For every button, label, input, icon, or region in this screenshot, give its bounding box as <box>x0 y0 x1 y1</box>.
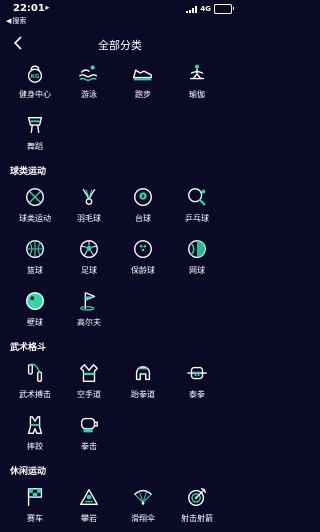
category-item[interactable]: KG 健身中心 <box>8 56 62 108</box>
category-item[interactable]: 滑翔伞 <box>116 480 170 532</box>
rock-climbing-icon <box>80 488 98 506</box>
category-label: 武术搏击 <box>19 390 51 399</box>
boxing-glove-icon <box>80 417 98 433</box>
category-item[interactable]: 跆拳道 <box>116 356 170 408</box>
category-grid: 赛车 攀岩 滑翔伞 射击射箭 <box>0 480 240 532</box>
category-label: 台球 <box>135 214 151 223</box>
bowling-ball-icon <box>134 240 152 258</box>
section-title: 休闲运动 <box>10 467 47 477</box>
category-label: 滑翔伞 <box>131 514 155 523</box>
category-label: 射击射箭 <box>181 514 213 523</box>
soccer-ball-icon <box>80 240 98 258</box>
billiard-ball-icon: 8 <box>134 188 152 206</box>
category-item[interactable]: 球类运动 <box>8 180 62 232</box>
category-item[interactable]: 篮球 <box>8 232 62 284</box>
running-shoe-icon <box>133 69 152 81</box>
category-item[interactable]: 攀岩 <box>62 480 116 532</box>
category-label: 空手道 <box>77 390 101 399</box>
svg-text:8: 8 <box>141 194 144 200</box>
muay-thai-belt-icon: W <box>187 366 207 380</box>
balls-icon <box>26 188 44 206</box>
category-item[interactable]: 羽毛球 <box>62 180 116 232</box>
dance-icon <box>27 116 43 134</box>
back-app-label: 搜索 <box>12 17 27 25</box>
status-indicators: 4G <box>186 4 234 14</box>
category-item[interactable]: 摔跤 <box>8 408 62 460</box>
taekwondo-helmet-icon <box>135 366 151 381</box>
category-item[interactable]: 保龄球 <box>116 232 170 284</box>
category-item[interactable]: 跑步 <box>116 56 170 108</box>
category-item[interactable]: 拳击 <box>62 408 116 460</box>
squash-ball-icon <box>26 292 44 310</box>
category-item[interactable]: 乒乓球 <box>170 180 224 232</box>
section-title: 武术格斗 <box>10 343 47 353</box>
category-label: 球类运动 <box>19 214 51 223</box>
category-label: 篮球 <box>27 266 43 275</box>
svg-text:W: W <box>193 370 200 378</box>
signal-icon <box>186 5 198 13</box>
category-label: 壁球 <box>27 318 43 327</box>
target-icon <box>188 488 206 506</box>
category-label: 跑步 <box>135 90 151 99</box>
racing-flag-icon <box>27 488 43 506</box>
svg-text:KG: KG <box>31 74 40 80</box>
category-label: 瑜伽 <box>189 90 205 99</box>
category-item[interactable]: 瑜伽 <box>170 56 224 108</box>
category-label: 高尔夫 <box>77 318 101 327</box>
category-item[interactable]: 网球 <box>170 232 224 284</box>
category-item[interactable]: 空手道 <box>62 356 116 408</box>
category-item[interactable]: W 泰拳 <box>170 356 224 408</box>
shuttlecock-icon <box>82 188 96 206</box>
category-label: 攀岩 <box>81 514 97 523</box>
category-item[interactable]: 高尔夫 <box>62 284 116 336</box>
kettlebell-icon: KG <box>27 65 43 83</box>
status-bar: 22:01 ➤ 4G <box>0 0 240 16</box>
section-title: 球类运动 <box>10 167 47 177</box>
page-title: 全部分类 <box>98 39 142 52</box>
category-label: 游泳 <box>81 90 97 99</box>
nunchaku-icon <box>27 363 43 382</box>
nav-bar: 全部分类 <box>0 30 240 56</box>
category-label: 赛车 <box>27 514 43 523</box>
category-label: 乒乓球 <box>185 214 209 223</box>
battery-icon <box>214 4 234 14</box>
category-item[interactable]: 武术搏击 <box>8 356 62 408</box>
category-label: 足球 <box>81 266 97 275</box>
category-label: 保龄球 <box>131 266 155 275</box>
tennis-ball-icon <box>188 240 206 258</box>
basketball-icon <box>26 240 44 258</box>
wrestling-singlet-icon <box>27 416 43 434</box>
category-label: 健身中心 <box>19 90 51 99</box>
category-item[interactable]: 赛车 <box>8 480 62 532</box>
category-item[interactable]: 壁球 <box>8 284 62 336</box>
category-grid: 武术搏击 空手道 跆拳道 W 泰拳摔跤 拳击 <box>0 356 240 460</box>
category-item[interactable]: 游泳 <box>62 56 116 108</box>
network-type: 4G <box>200 5 211 13</box>
category-label: 摔跤 <box>27 442 43 451</box>
category-label: 拳击 <box>81 442 97 451</box>
yoga-icon <box>189 64 205 80</box>
category-item[interactable]: 射击射箭 <box>170 480 224 532</box>
category-item[interactable]: 8 台球 <box>116 180 170 232</box>
category-label: 羽毛球 <box>77 214 101 223</box>
location-arrow-icon: ➤ <box>44 4 50 12</box>
status-time: 22:01 <box>13 3 45 14</box>
swimmer-icon <box>79 65 98 82</box>
category-item[interactable]: 足球 <box>62 232 116 284</box>
category-item[interactable]: 舞蹈 <box>8 108 62 160</box>
ping-pong-paddle-icon <box>188 188 206 206</box>
category-label: 舞蹈 <box>27 142 43 151</box>
karate-uniform-icon <box>80 364 98 382</box>
back-triangle-icon: ◀ <box>6 17 12 25</box>
category-grid: 球类运动 羽毛球 8 台球 乒乓球篮球 足球 保龄球 网球壁球 高尔夫 <box>0 180 240 336</box>
golf-flag-icon <box>80 292 96 311</box>
category-label: 跆拳道 <box>131 390 155 399</box>
back-to-app-link[interactable]: ◀ 搜索 <box>6 16 26 26</box>
paraglider-icon <box>134 489 152 505</box>
category-label: 网球 <box>189 266 205 275</box>
category-grid: KG 健身中心 游泳 跑步 瑜伽舞蹈 <box>0 56 240 160</box>
category-list: KG 健身中心 游泳 跑步 瑜伽 舞蹈 球类运动 球类运动 羽毛球 8 台球 乒乓球 篮球 足球 保龄球 网球… <box>0 56 240 532</box>
category-label: 泰拳 <box>189 390 205 399</box>
